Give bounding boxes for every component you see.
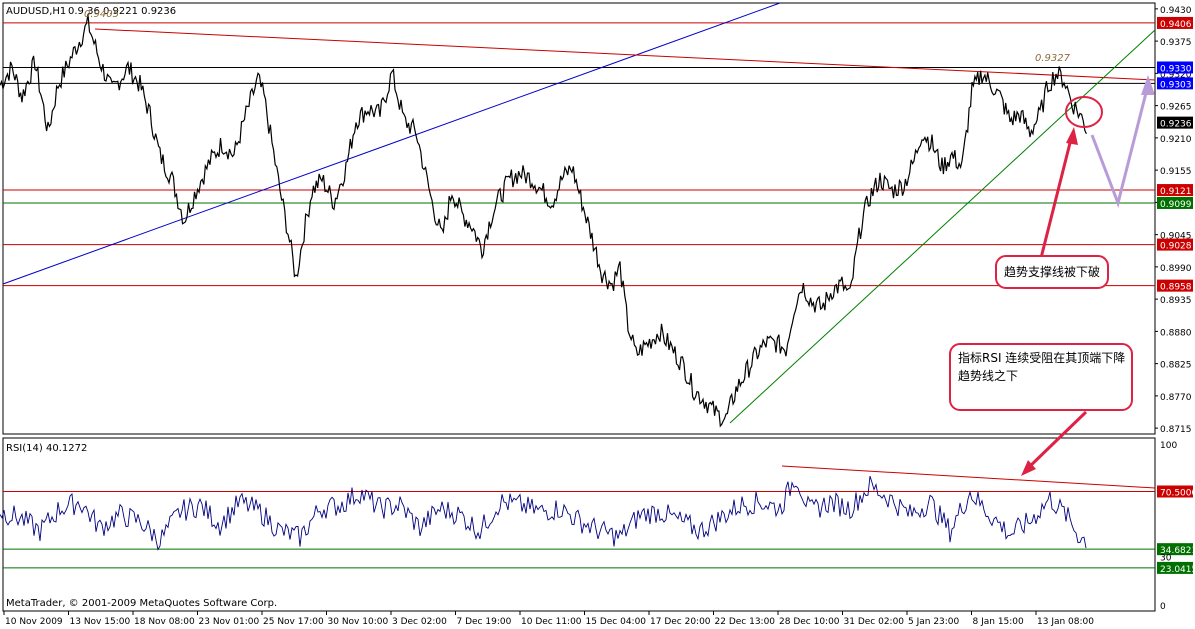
symbol-label: AUDUSD,H1	[6, 6, 66, 17]
price-tick-label-4: 0.9210	[1160, 135, 1192, 145]
time-label-11: 22 Dec 13:00	[715, 617, 776, 627]
support-break-text: 趋势支撑线被下破	[1004, 264, 1100, 279]
time-label-8: 10 Dec 11:00	[521, 617, 582, 627]
rsi-panel[interactable]	[2, 437, 1156, 612]
price-tick-label-3: 0.9265	[1160, 103, 1192, 113]
time-label-14: 5 Jan 23:00	[908, 617, 960, 627]
time-label-13: 31 Dec 02:00	[844, 617, 905, 627]
time-label-7: 7 Dec 19:00	[457, 617, 512, 627]
price-tick-label-9: 0.8935	[1160, 296, 1192, 306]
time-label-16: 13 Jan 08:00	[1037, 617, 1094, 627]
price-tick-label-1: 0.9375	[1160, 38, 1192, 48]
time-label-0: 10 Nov 2009	[5, 617, 63, 627]
price-tick-label-8: 0.8990	[1160, 264, 1192, 274]
price-tick-label-0: 0.9430	[1160, 6, 1192, 16]
rsi-annotation-line1: 指标RSI 连续受阻在其顶端下降	[958, 350, 1125, 365]
time-label-1: 13 Nov 15:00	[70, 617, 131, 627]
copyright-label: MetaTrader, © 2001-2009 MetaQuotes Softw…	[6, 598, 277, 609]
time-label-12: 28 Dec 10:00	[779, 617, 840, 627]
chart-canvas[interactable]: 趋势支撑线被下破 指标RSI 连续受阻在其顶端下降 趋势线之下 AUDUSD,H…	[0, 0, 1195, 629]
high-mark-label: 0.9405	[84, 9, 119, 20]
rsi-tag-text-4: 23.0415	[1160, 565, 1195, 575]
rsi-tick-label-5: 0	[1160, 602, 1166, 612]
level-tag-text-3: 0.9121	[1160, 187, 1192, 197]
peak-label: 0.9327	[1035, 53, 1071, 64]
time-label-3: 23 Nov 01:00	[199, 617, 260, 627]
time-label-10: 17 Dec 20:00	[650, 617, 711, 627]
price-tick-label-13: 0.8715	[1160, 425, 1192, 435]
price-tags: 0.9406 0.9330 0.9303 0.9121 0.9099 0.9028 0.89…	[1157, 16, 1193, 293]
time-label-4: 25 Nov 17:00	[263, 617, 324, 627]
time-label-9: 15 Dec 04:00	[586, 617, 647, 627]
time-label-6: 3 Dec 02:00	[392, 617, 447, 627]
level-tag-text-0: 0.9406	[1160, 20, 1192, 30]
level-tag-text-2: 0.9303	[1160, 80, 1192, 90]
price-tick-label-10: 0.8880	[1160, 328, 1192, 338]
price-tick-label-5: 0.9155	[1160, 167, 1192, 177]
time-axis: 10 Nov 2009 13 Nov 15:00 18 Nov 08:00 23 No…	[3, 611, 1094, 627]
rsi-header: RSI(14) 40.1272	[6, 443, 87, 454]
price-tick-label-11: 0.8825	[1160, 361, 1192, 371]
price-tick-label-12: 0.8770	[1160, 393, 1192, 403]
time-label-2: 18 Nov 08:00	[134, 617, 195, 627]
level-tag-text-5: 0.9028	[1160, 242, 1192, 252]
rsi-tick-label-0: 100	[1160, 441, 1177, 451]
level-tag-text-1: 0.9330	[1160, 65, 1192, 75]
time-label-15: 8 Jan 15:00	[973, 617, 1025, 627]
level-tag-text-6: 0.8958	[1160, 283, 1192, 293]
rsi-axis: 10070.500034.68213023.04150	[1157, 441, 1195, 612]
rsi-tag-text-1: 70.5000	[1160, 488, 1195, 498]
current-price-text: 0.9236	[1160, 120, 1192, 130]
rsi-annotation-line2: 趋势线之下	[958, 369, 1018, 383]
time-label-5: 30 Nov 10:00	[328, 617, 389, 627]
level-tag-text-4: 0.9099	[1160, 200, 1192, 210]
